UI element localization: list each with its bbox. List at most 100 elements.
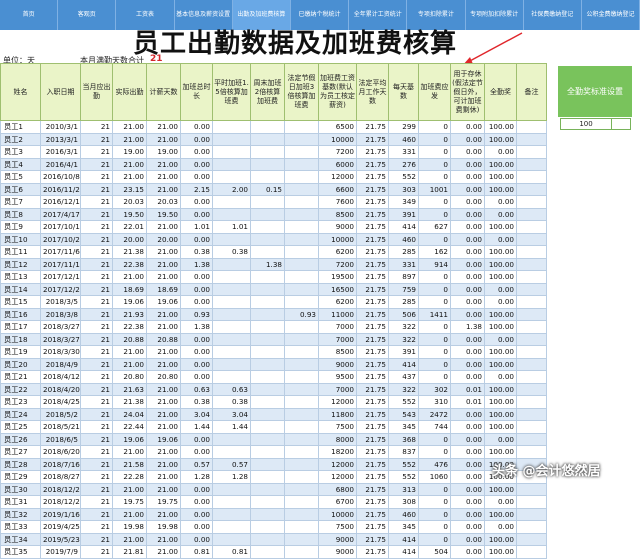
table-cell[interactable] (516, 507, 547, 521)
table-cell[interactable]: 1.44 (212, 420, 251, 434)
table-cell[interactable]: 162 (418, 245, 451, 259)
column-header[interactable]: 加班费应发 (418, 63, 451, 121)
table-cell[interactable]: 0.38 (212, 245, 251, 259)
table-cell[interactable]: 308 (388, 495, 419, 509)
table-cell[interactable] (212, 520, 251, 534)
table-cell[interactable]: 460 (388, 507, 419, 521)
table-cell[interactable]: 0.00 (450, 282, 485, 296)
table-cell[interactable]: 21.00 (112, 132, 147, 146)
table-cell[interactable]: 0.00 (484, 520, 517, 534)
table-cell[interactable]: 0 (418, 507, 451, 521)
table-cell[interactable]: 21.00 (146, 532, 181, 546)
table-cell[interactable] (212, 132, 251, 146)
table-cell[interactable]: 100.00 (484, 220, 517, 234)
table-cell[interactable]: 21.75 (356, 145, 389, 159)
table-cell[interactable]: 100.00 (484, 245, 517, 259)
table-cell[interactable]: 1.38 (180, 320, 213, 334)
table-cell[interactable]: 21 (80, 182, 113, 196)
table-cell[interactable]: 100.00 (484, 357, 517, 371)
table-cell[interactable] (284, 382, 319, 396)
table-cell[interactable]: 21.00 (146, 445, 181, 459)
table-cell[interactable]: 21.00 (146, 132, 181, 146)
table-cell[interactable]: 21.75 (356, 307, 389, 321)
table-cell[interactable]: 1.38 (180, 257, 213, 271)
table-cell[interactable]: 0.38 (180, 245, 213, 259)
table-cell[interactable]: 0.00 (180, 170, 213, 184)
table-cell[interactable] (284, 407, 319, 421)
table-cell[interactable] (250, 532, 285, 546)
table-cell[interactable]: 21.75 (356, 495, 389, 509)
standard-input-cell[interactable] (610, 118, 631, 130)
table-cell[interactable]: 0 (418, 520, 451, 534)
table-cell[interactable] (250, 357, 285, 371)
table-cell[interactable]: 0 (418, 532, 451, 546)
table-cell[interactable]: 6200 (318, 295, 357, 309)
table-cell[interactable]: 0.15 (250, 182, 285, 196)
table-cell[interactable] (516, 282, 547, 296)
table-cell[interactable]: 552 (388, 470, 419, 484)
table-cell[interactable]: 员工31 (0, 495, 41, 509)
table-cell[interactable]: 员工28 (0, 457, 41, 471)
table-cell[interactable] (212, 532, 251, 546)
table-cell[interactable] (284, 182, 319, 196)
table-cell[interactable]: 2018/8/27 (40, 470, 81, 484)
table-cell[interactable] (212, 207, 251, 221)
table-cell[interactable]: 0.00 (450, 257, 485, 271)
table-cell[interactable]: 331 (388, 145, 419, 159)
table-cell[interactable]: 1411 (418, 307, 451, 321)
table-cell[interactable] (212, 320, 251, 334)
table-cell[interactable]: 21 (80, 320, 113, 334)
table-cell[interactable]: 0.00 (180, 232, 213, 246)
table-cell[interactable]: 10000 (318, 132, 357, 146)
table-cell[interactable]: 7000 (318, 320, 357, 334)
table-cell[interactable]: 21.75 (356, 182, 389, 196)
table-cell[interactable]: 759 (388, 282, 419, 296)
table-cell[interactable]: 21.00 (112, 445, 147, 459)
table-cell[interactable]: 2017/12/25 (40, 282, 81, 296)
table-cell[interactable]: 0.00 (180, 495, 213, 509)
table-cell[interactable]: 员工4 (0, 157, 41, 171)
table-cell[interactable]: 21.75 (356, 295, 389, 309)
table-cell[interactable]: 21 (80, 232, 113, 246)
table-cell[interactable]: 9000 (318, 357, 357, 371)
table-cell[interactable]: 0.00 (450, 295, 485, 309)
table-cell[interactable] (212, 295, 251, 309)
table-cell[interactable]: 19.50 (112, 207, 147, 221)
table-cell[interactable] (250, 470, 285, 484)
table-cell[interactable]: 7200 (318, 145, 357, 159)
table-cell[interactable] (284, 132, 319, 146)
table-cell[interactable]: 21 (80, 432, 113, 446)
table-cell[interactable]: 21.75 (356, 507, 389, 521)
table-cell[interactable]: 21.75 (356, 457, 389, 471)
table-cell[interactable]: 20.80 (112, 370, 147, 384)
table-cell[interactable]: 员工23 (0, 395, 41, 409)
table-cell[interactable]: 21.75 (356, 245, 389, 259)
table-cell[interactable]: 21 (80, 307, 113, 321)
table-cell[interactable]: 303 (388, 182, 419, 196)
table-cell[interactable]: 2017/10/11 (40, 220, 81, 234)
table-cell[interactable]: 员工18 (0, 332, 41, 346)
table-cell[interactable]: 7500 (318, 520, 357, 534)
table-cell[interactable]: 21 (80, 257, 113, 271)
table-cell[interactable]: 21 (80, 282, 113, 296)
table-cell[interactable]: 21.63 (112, 382, 147, 396)
table-cell[interactable]: 100.00 (484, 382, 517, 396)
table-cell[interactable]: 21.00 (112, 345, 147, 359)
table-cell[interactable]: 0.00 (180, 370, 213, 384)
table-cell[interactable] (250, 157, 285, 171)
table-cell[interactable]: 0.00 (450, 270, 485, 284)
table-cell[interactable]: 0.00 (450, 145, 485, 159)
table-cell[interactable]: 19500 (318, 270, 357, 284)
table-cell[interactable]: 437 (388, 370, 419, 384)
table-cell[interactable] (284, 257, 319, 271)
table-cell[interactable]: 6000 (318, 157, 357, 171)
table-cell[interactable]: 0 (418, 320, 451, 334)
table-cell[interactable]: 1.01 (180, 220, 213, 234)
column-header[interactable]: 当月应出勤 (80, 63, 113, 121)
table-cell[interactable] (516, 295, 547, 309)
table-cell[interactable]: 员工17 (0, 320, 41, 334)
table-cell[interactable]: 18200 (318, 445, 357, 459)
table-cell[interactable]: 0.00 (180, 120, 213, 134)
table-cell[interactable]: 员工14 (0, 282, 41, 296)
table-cell[interactable]: 21 (80, 445, 113, 459)
